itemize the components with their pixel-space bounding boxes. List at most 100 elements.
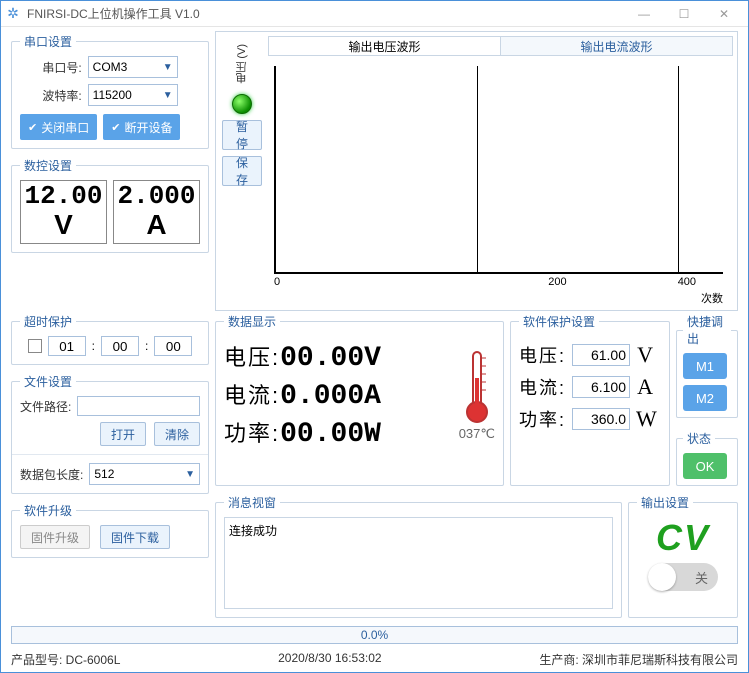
state-ok-button[interactable]: OK xyxy=(683,453,727,479)
maximize-button[interactable]: ☐ xyxy=(664,2,704,26)
voltage-value: 00.00V xyxy=(280,343,381,374)
message-textarea[interactable]: 连接成功 xyxy=(224,517,613,609)
firmware-upgrade-button[interactable]: 固件升级 xyxy=(20,525,90,549)
state-group: 状态 OK xyxy=(676,430,738,486)
current-label: 电流: xyxy=(224,378,280,410)
switch-label: 关 xyxy=(695,568,708,587)
packet-length-label: 数据包长度: xyxy=(20,466,83,483)
pause-button[interactable]: 暂停 xyxy=(222,120,262,150)
disconnect-label: 断开设备 xyxy=(124,119,172,136)
protect-power-unit: W xyxy=(636,406,654,432)
close-serial-button[interactable]: ✔ 关闭串口 xyxy=(20,114,97,140)
chevron-down-icon: ▼ xyxy=(185,469,195,480)
file-settings-group: 文件设置 文件路径: 打开 清除 数据包长度: 512 ▼ xyxy=(11,373,209,494)
current-value: 0.000A xyxy=(280,381,381,412)
protect-voltage-unit: V xyxy=(636,342,654,368)
power-value: 00.00W xyxy=(280,419,381,450)
firmware-legend: 软件升级 xyxy=(20,502,76,519)
chevron-down-icon: ▼ xyxy=(163,62,173,73)
firmware-group: 软件升级 固件升级 固件下载 xyxy=(11,502,209,558)
file-legend: 文件设置 xyxy=(20,373,76,390)
thermometer-icon: 037℃ xyxy=(459,348,495,442)
voltage-label: 电压: xyxy=(224,340,280,372)
quick-call-group: 快捷调出 M1 M2 xyxy=(676,313,738,418)
preset-m2-button[interactable]: M2 xyxy=(683,385,727,411)
current-unit: A xyxy=(116,209,197,241)
timeout-legend: 超时保护 xyxy=(20,313,76,330)
port-dropdown[interactable]: COM3 ▼ xyxy=(88,56,178,78)
file-path-label: 文件路径: xyxy=(20,398,71,415)
packet-length-value: 512 xyxy=(94,467,114,481)
quick-legend: 快捷调出 xyxy=(683,313,731,347)
baud-label: 波特率: xyxy=(42,87,81,104)
close-button[interactable]: ✕ xyxy=(704,2,744,26)
voltage-unit: V xyxy=(23,209,104,241)
tab-voltage-waveform[interactable]: 输出电压波形 xyxy=(269,37,501,55)
progress-bar: 0.0% xyxy=(11,626,738,644)
status-led-icon xyxy=(232,94,252,114)
protect-legend: 软件保护设置 xyxy=(519,313,599,330)
output-legend: 输出设置 xyxy=(637,494,693,511)
preset-m1-button[interactable]: M1 xyxy=(683,353,727,379)
progress-text: 0.0% xyxy=(361,628,388,642)
serial-legend: 串口设置 xyxy=(20,33,76,50)
check-icon: ✔ xyxy=(111,121,120,134)
output-switch[interactable]: 关 xyxy=(648,563,718,591)
close-serial-label: 关闭串口 xyxy=(41,119,89,136)
protect-voltage-input[interactable] xyxy=(572,344,630,366)
message-legend: 消息视窗 xyxy=(224,494,280,511)
chart-plot-area[interactable] xyxy=(274,66,723,274)
status-model: 产品型号: DC-6006L xyxy=(11,651,120,668)
baud-dropdown[interactable]: 115200 ▼ xyxy=(88,84,178,106)
chevron-down-icon: ▼ xyxy=(163,90,173,101)
status-bar: 产品型号: DC-6006L 2020/8/30 16:53:02 生产商: 深… xyxy=(1,649,748,672)
current-set-display[interactable]: 2.000 A xyxy=(113,180,200,244)
firmware-download-button[interactable]: 固件下载 xyxy=(100,525,170,549)
timeout-checkbox[interactable] xyxy=(28,339,42,353)
nc-legend: 数控设置 xyxy=(20,157,76,174)
state-legend: 状态 xyxy=(683,430,715,447)
chart-xlabel: 次数 xyxy=(268,290,723,306)
output-mode-value: CV xyxy=(637,517,729,559)
protect-power-input[interactable] xyxy=(572,408,630,430)
status-vendor: 生产商: 深圳市菲尼瑞斯科技有限公司 xyxy=(539,651,738,668)
app-icon: ✲ xyxy=(5,6,21,22)
output-settings-group: 输出设置 CV 关 xyxy=(628,494,738,618)
message-text: 连接成功 xyxy=(229,524,277,538)
timeout-group: 超时保护 : : xyxy=(11,313,209,365)
message-group: 消息视窗 连接成功 xyxy=(215,494,622,618)
data-display-group: 数据显示 电压: 00.00V 电流: 0.000A xyxy=(215,313,504,486)
protect-power-label: 功率: xyxy=(519,406,566,432)
save-button[interactable]: 保存 xyxy=(222,156,262,186)
xtick-200: 200 xyxy=(548,276,566,288)
data-display-legend: 数据显示 xyxy=(224,313,280,330)
port-value: COM3 xyxy=(93,60,128,74)
timeout-seconds[interactable] xyxy=(154,336,192,356)
timeout-hours[interactable] xyxy=(48,336,86,356)
open-file-button[interactable]: 打开 xyxy=(100,422,146,446)
status-datetime: 2020/8/30 16:53:02 xyxy=(278,651,381,668)
minimize-button[interactable]: — xyxy=(624,2,664,26)
titlebar: ✲ FNIRSI-DC上位机操作工具 V1.0 — ☐ ✕ xyxy=(1,1,748,27)
clear-file-button[interactable]: 清除 xyxy=(154,422,200,446)
temperature-value: 037℃ xyxy=(459,426,495,442)
xtick-0: 0 xyxy=(274,276,280,288)
timeout-minutes[interactable] xyxy=(101,336,139,356)
nc-settings-group: 数控设置 12.00 V 2.000 A xyxy=(11,157,209,253)
software-protect-group: 软件保护设置 电压: V 电流: A 功率: xyxy=(510,313,670,486)
current-set-value: 2.000 xyxy=(116,183,197,209)
xtick-400: 400 xyxy=(678,276,696,288)
check-icon: ✔ xyxy=(28,121,37,134)
file-path-input[interactable] xyxy=(77,396,200,416)
serial-settings-group: 串口设置 串口号: COM3 ▼ 波特率: 115200 ▼ xyxy=(11,33,209,149)
voltage-set-display[interactable]: 12.00 V xyxy=(20,180,107,244)
port-label: 串口号: xyxy=(42,59,81,76)
window-title: FNIRSI-DC上位机操作工具 V1.0 xyxy=(27,5,624,22)
tab-current-waveform[interactable]: 输出电流波形 xyxy=(501,37,732,55)
chart-xaxis: 0 200 400 xyxy=(274,276,723,288)
protect-current-input[interactable] xyxy=(572,376,630,398)
protect-voltage-label: 电压: xyxy=(519,342,566,368)
disconnect-button[interactable]: ✔ 断开设备 xyxy=(103,114,180,140)
packet-length-dropdown[interactable]: 512 ▼ xyxy=(89,463,200,485)
switch-knob xyxy=(648,563,676,591)
